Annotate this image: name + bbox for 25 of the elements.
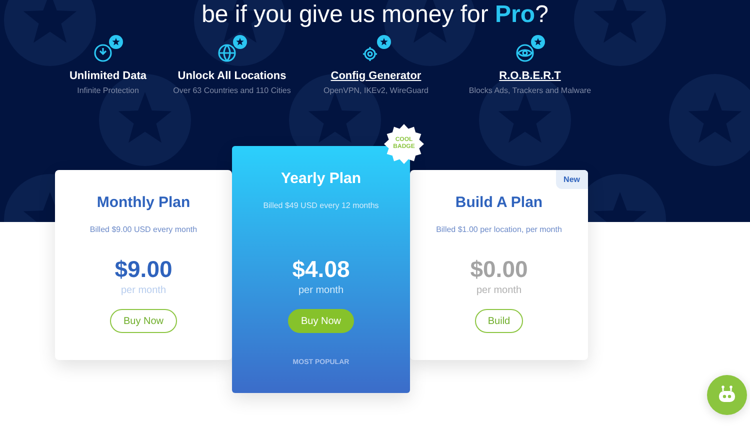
price-period: per month — [476, 285, 522, 296]
plan-name: Build A Plan — [455, 194, 543, 211]
buy-button[interactable]: Buy Now — [288, 309, 354, 333]
price-period: per month — [298, 285, 344, 296]
billing-text: Billed $9.00 USD every month — [90, 225, 198, 234]
feature-subtitle: Infinite Protection — [77, 86, 139, 95]
plan-name: Yearly Plan — [280, 170, 362, 187]
buy-button[interactable]: Buy Now — [110, 309, 176, 333]
feature-subtitle: OpenVPN, IKEv2, WireGuard — [324, 86, 428, 95]
billing-text: Billed $49 USD every 12 months — [263, 201, 379, 210]
build-button[interactable]: Build — [474, 309, 524, 333]
billing-text: Billed $1.00 per location, per month — [436, 225, 562, 234]
price-period: per month — [120, 285, 166, 296]
feature-link[interactable]: Config Generator — [330, 70, 422, 82]
plan-price: $0.00 — [470, 256, 528, 283]
plan-name: Monthly Plan — [96, 194, 190, 211]
plan-price: $9.00 — [114, 256, 172, 283]
feature-subtitle: Over 63 Countries and 110 Cities — [173, 86, 291, 95]
feature-title: Unlimited Data — [69, 70, 146, 82]
feature-title: Unlock All Locations — [178, 70, 286, 82]
plan-price: $4.08 — [292, 256, 350, 283]
headline: be if you give us money for Pro? — [200, 0, 550, 30]
new-tag: New — [556, 170, 588, 189]
feature-link[interactable]: R.O.B.E.R.T — [499, 70, 561, 82]
feature-subtitle: Blocks Ads, Trackers and Malware — [468, 86, 592, 95]
